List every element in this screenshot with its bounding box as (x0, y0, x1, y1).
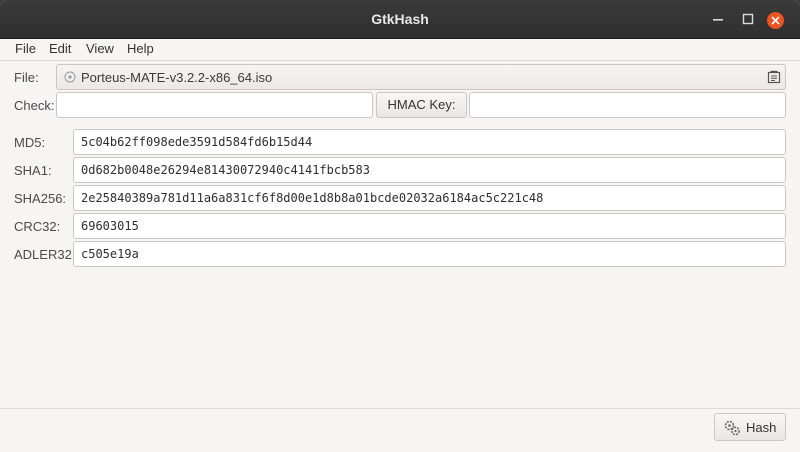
check-label: Check: (14, 98, 55, 113)
menu-file[interactable]: File (15, 41, 36, 56)
menu-view[interactable]: View (86, 41, 114, 56)
menu-help[interactable]: Help (127, 41, 154, 56)
iso-file-icon (64, 71, 76, 83)
maximize-icon[interactable] (740, 11, 756, 27)
crc32-label: CRC32: (14, 219, 61, 234)
file-name: Porteus-MATE-v3.2.2-x86_64.iso (81, 70, 273, 85)
hash-button-label: Hash (746, 420, 777, 435)
sha256-field[interactable]: 2e25840389a781d11a6a831cf6f8d00e1d8b8a01… (73, 185, 786, 211)
check-input[interactable] (56, 92, 373, 118)
file-chooser-icon[interactable] (767, 70, 781, 84)
gtkhash-window: GtkHash File Edit View Help File: Porteu… (0, 0, 800, 452)
sha1-label: SHA1: (14, 163, 52, 178)
hmac-key-button[interactable]: HMAC Key: (376, 92, 467, 118)
sha1-field[interactable]: 0d682b0048e26294e81430072940c4141fbcb583 (73, 157, 786, 183)
minimize-icon[interactable] (710, 11, 726, 27)
adler32-label: ADLER32: (14, 247, 76, 262)
menu-bar: File Edit View Help (0, 38, 800, 61)
gears-icon (724, 420, 740, 436)
hmac-key-input[interactable] (469, 92, 786, 118)
sha256-label: SHA256: (14, 191, 67, 206)
file-label: File: (14, 70, 39, 85)
crc32-field[interactable]: 69603015 (73, 213, 786, 239)
action-bar: Hash (0, 408, 800, 452)
md5-field[interactable]: 5c04b62ff098ede3591d584fd6b15d44 (73, 129, 786, 155)
file-chooser-button[interactable]: Porteus-MATE-v3.2.2-x86_64.iso (56, 64, 786, 90)
menu-edit[interactable]: Edit (49, 41, 71, 56)
hash-button[interactable]: Hash (714, 413, 786, 441)
close-icon[interactable] (767, 12, 784, 29)
md5-label: MD5: (14, 135, 46, 150)
adler32-field[interactable]: c505e19a (73, 241, 786, 267)
window-title: GtkHash (371, 11, 429, 27)
title-bar[interactable]: GtkHash (0, 0, 800, 39)
